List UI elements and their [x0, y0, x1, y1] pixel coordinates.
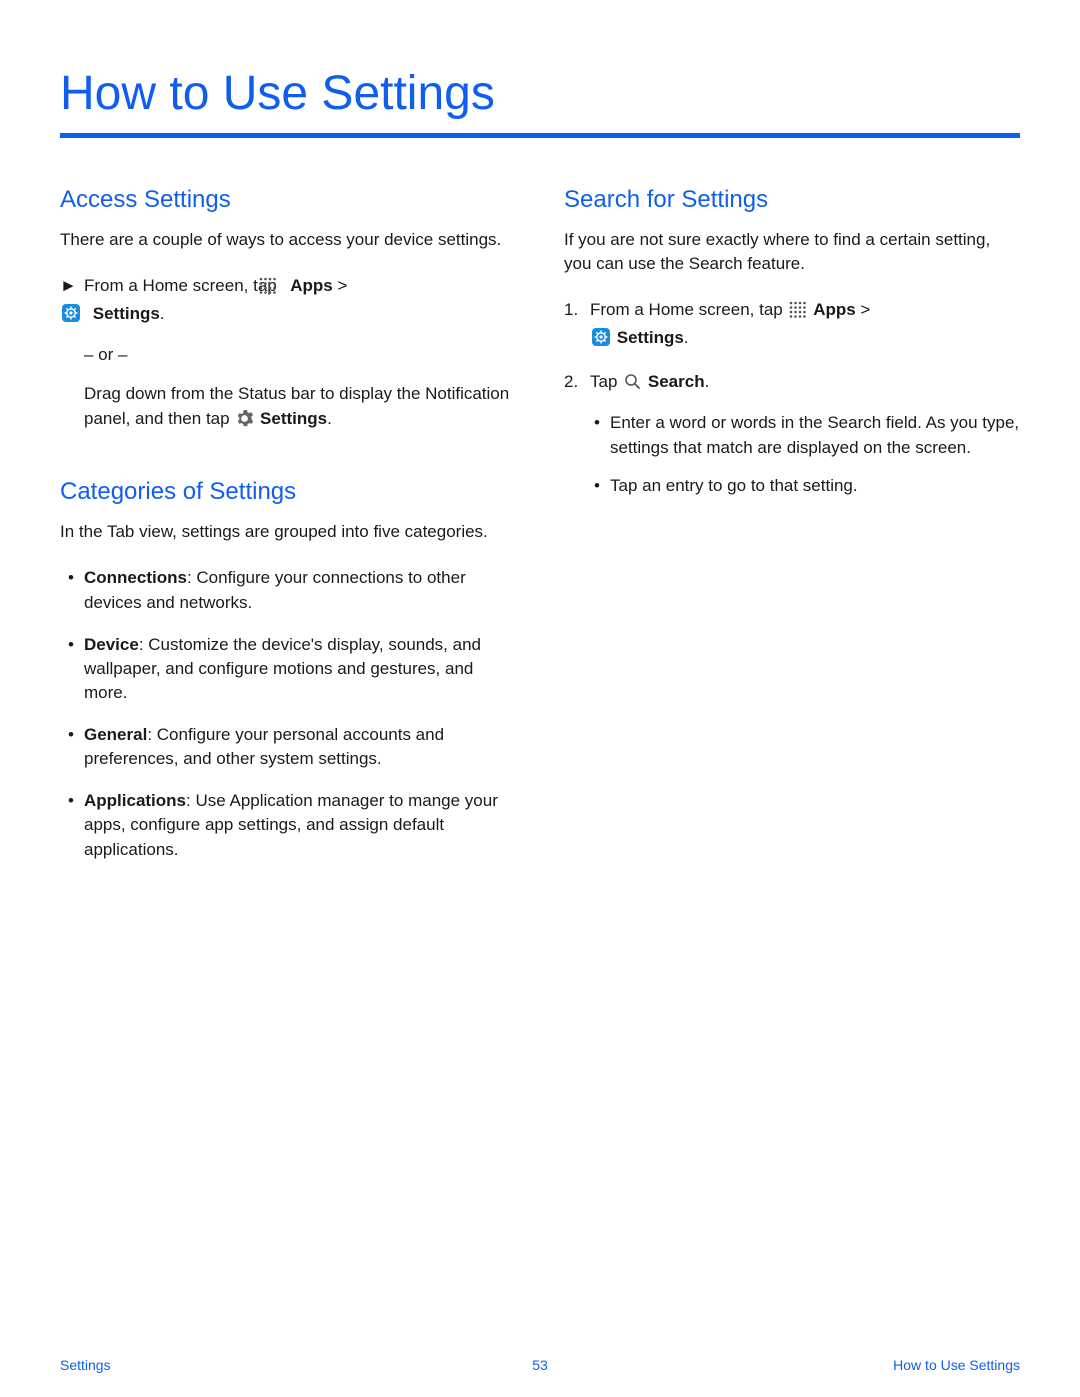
footer-left: Settings — [60, 1357, 111, 1373]
search-sub-list: Enter a word or words in the Search fiel… — [590, 411, 1020, 499]
access-settings-heading: Access Settings — [60, 186, 516, 214]
list-item: Device: Customize the device's display, … — [60, 633, 516, 705]
settings-label: Settings — [93, 304, 160, 323]
list-item: Tap an entry to go to that setting. — [590, 474, 1020, 499]
title-rule — [60, 133, 1020, 138]
list-item: Applications: Use Application manager to… — [60, 789, 516, 861]
access-step-line: ►From a Home screen, tap Apps > Settings… — [60, 274, 516, 329]
category-name: Applications — [84, 791, 186, 810]
left-column: Access Settings There are a couple of wa… — [60, 186, 516, 880]
categories-heading: Categories of Settings — [60, 478, 516, 506]
content-columns: Access Settings There are a couple of wa… — [60, 186, 1020, 880]
category-name: Connections — [84, 568, 187, 587]
apps-label: Apps — [290, 276, 333, 295]
category-name: Device — [84, 635, 139, 654]
list-item: From a Home screen, tap Apps > Settings. — [564, 298, 1020, 353]
gear-icon — [236, 410, 253, 435]
search-label: Search — [648, 372, 705, 391]
search-steps: From a Home screen, tap Apps > Settings.… — [564, 298, 1020, 499]
access-settings-steps: ►From a Home screen, tap Apps > Settings… — [60, 274, 516, 434]
page-footer: Settings 53 How to Use Settings — [0, 1357, 1080, 1373]
step1-prefix: From a Home screen, tap — [590, 300, 787, 319]
categories-list: Connections: Configure your connections … — [60, 566, 516, 861]
categories-intro: In the Tab view, settings are grouped in… — [60, 520, 516, 544]
gt-separator: > — [856, 300, 871, 319]
period: . — [684, 328, 689, 347]
search-settings-heading: Search for Settings — [564, 186, 1020, 214]
period: . — [160, 304, 165, 323]
apps-label: Apps — [813, 300, 856, 319]
category-name: General — [84, 725, 147, 744]
footer-right: How to Use Settings — [893, 1357, 1020, 1373]
list-item: General: Configure your personal account… — [60, 723, 516, 771]
access-step-prefix: From a Home screen, tap — [84, 276, 281, 295]
access-drag-line: Drag down from the Status bar to display… — [60, 382, 516, 434]
or-separator: – or – — [60, 343, 516, 368]
apps-grid-icon — [789, 301, 806, 326]
list-item: Connections: Configure your connections … — [60, 566, 516, 614]
search-icon — [624, 373, 641, 398]
settings-gear-icon — [592, 328, 610, 354]
list-item: Tap Search. Enter a word or words in the… — [564, 370, 1020, 500]
category-desc: : Customize the device's display, sounds… — [84, 635, 481, 702]
settings-label: Settings — [617, 328, 684, 347]
period: . — [327, 409, 332, 428]
arrow-marker-icon: ► — [60, 274, 84, 299]
list-item: Enter a word or words in the Search fiel… — [590, 411, 1020, 460]
period: . — [705, 372, 710, 391]
right-column: Search for Settings If you are not sure … — [564, 186, 1020, 880]
footer-page-number: 53 — [532, 1357, 548, 1373]
drag-settings-label: Settings — [260, 409, 327, 428]
access-settings-intro: There are a couple of ways to access you… — [60, 228, 516, 252]
step2-prefix: Tap — [590, 372, 622, 391]
page-title: How to Use Settings — [60, 66, 1020, 121]
gt-separator: > — [333, 276, 348, 295]
search-settings-intro: If you are not sure exactly where to fin… — [564, 228, 1020, 276]
